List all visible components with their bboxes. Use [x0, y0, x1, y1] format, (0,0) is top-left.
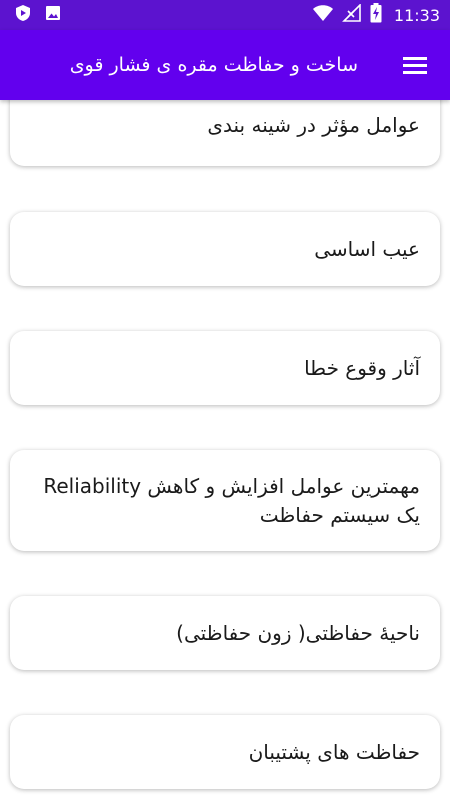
battery-charging-icon [370, 3, 382, 27]
list-item[interactable]: عیب اساسی [10, 212, 440, 286]
list-item[interactable]: آثار وقوع خطا [10, 331, 440, 405]
list-item-label: عوامل مؤثر در شینه بندی [207, 112, 420, 137]
play-protect-icon [14, 4, 32, 26]
image-icon [44, 4, 62, 26]
status-bar: 11:33 [0, 0, 450, 30]
list-item[interactable]: مهمترین عوامل افزایش و کاهش Reliability … [10, 450, 440, 551]
list-item-label: حفاظت های پشتیبان [248, 739, 420, 764]
hamburger-menu-icon[interactable] [402, 54, 428, 76]
list-item[interactable]: حفاظت های پشتیبان [10, 715, 440, 789]
status-time: 11:33 [393, 5, 440, 25]
app-title: ساخت و حفاظت مقره ی فشار قوی [69, 54, 358, 76]
list-item-label: آثار وقوع خطا [304, 355, 420, 380]
list-item-label: مهمترین عوامل افزایش و کاهش Reliability … [43, 473, 420, 527]
wifi-icon [312, 4, 334, 26]
list-item-label: عیب اساسی [314, 236, 420, 261]
list-item-label: ناحیۀ حفاظتی( زون حفاظتی) [176, 620, 420, 645]
no-signal-icon [341, 3, 362, 26]
list-item[interactable]: عوامل مؤثر در شینه بندی [10, 100, 440, 166]
topics-list[interactable]: عوامل مؤثر در شینه بندی عیب اساسی آثار و… [0, 100, 450, 800]
status-right-icons: 11:33 [312, 3, 440, 27]
status-left-icons [14, 4, 62, 26]
app-bar: ساخت و حفاظت مقره ی فشار قوی [0, 30, 450, 100]
list-item[interactable]: ناحیۀ حفاظتی( زون حفاظتی) [10, 596, 440, 670]
